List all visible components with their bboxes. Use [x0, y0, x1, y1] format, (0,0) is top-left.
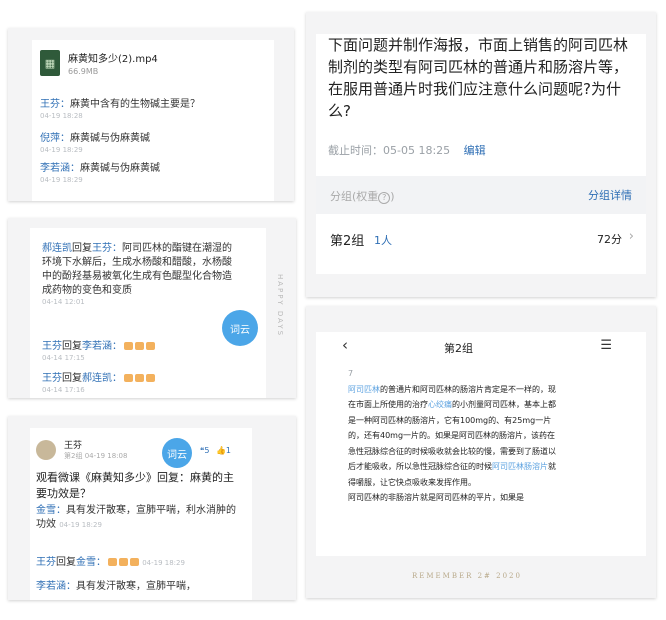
emoji-icon	[108, 558, 117, 566]
reply-target[interactable]: 王芬：	[92, 243, 122, 254]
reply-word: 回复	[72, 243, 92, 254]
emoji-icon	[124, 374, 133, 382]
group-detail-link[interactable]: 分组详情	[588, 187, 632, 203]
comment-count: 5	[204, 446, 210, 455]
sender-name[interactable]: 倪萍：	[40, 133, 70, 144]
reply-target[interactable]: 李若涵：	[82, 341, 122, 352]
nav-bar: ‹ 第2组 ☰	[316, 332, 646, 362]
reply-word: 回复	[56, 557, 76, 568]
reply-author[interactable]: 王芬	[42, 341, 62, 352]
term-link[interactable]: 阿司匹林	[348, 385, 380, 394]
user-name[interactable]: 王芬	[64, 438, 127, 451]
like-icon[interactable]: 👍	[216, 446, 226, 455]
reply-word: 回复	[62, 341, 82, 352]
reply-row: 王芬回复李若涵： 04-14 17:15	[42, 340, 155, 362]
word-cloud-button[interactable]: 词云	[222, 310, 258, 346]
file-name: 麻黄知多少(2).mp4	[68, 54, 158, 65]
chat-card-2: 郝连凯回复王芬：阿司匹林的酯键在潮湿的环境下水解后，生成水杨酸和醋酸，水杨酸中的…	[8, 218, 296, 398]
reply-target[interactable]: 郝连凯：	[82, 373, 122, 384]
comment-row: 李若涵：具有发汗散寒，宣肺平喘，	[36, 580, 196, 594]
file-size: 66.9MB	[68, 67, 99, 76]
assignment-card: 下面问题并制作海报，市面上销售的阿司匹林制剂的类型有阿司匹林的普通片和肠溶片等，…	[306, 12, 656, 297]
comment-row: 王芬回复金雪： 04-19 18:29	[36, 556, 185, 570]
emoji-icon	[135, 342, 144, 350]
reply-date: 04-14 12:01	[42, 298, 85, 306]
sender-name[interactable]: 李若涵：	[40, 163, 80, 174]
message-date: 04-19 18:29	[40, 146, 83, 154]
chat-card-1: ▦ 麻黄知多少(2).mp4 66.9MB 王芬：麻黄中含有的生物碱主要是？ 0…	[8, 28, 294, 201]
stats: ❝5 👍1	[200, 446, 231, 455]
deadline-row: 截止时间：05-05 18:25 编辑	[328, 142, 486, 158]
message-date: 04-19 18:28	[40, 112, 83, 120]
comment-author[interactable]: 王芬	[36, 557, 56, 568]
group-count: 1人	[374, 234, 392, 247]
chat-message: 李若涵：麻黄碱与伪麻黄碱 04-19 18:29	[40, 162, 160, 184]
comment-target[interactable]: 金雪：	[76, 557, 106, 568]
comment-author[interactable]: 金雪：	[36, 505, 66, 516]
group-weight-label: 分组(权重?)	[330, 190, 395, 204]
edit-link[interactable]: 编辑	[464, 144, 486, 157]
group-weight-bar: 分组(权重?) 分组详情	[316, 176, 646, 214]
group-score: 72分	[597, 233, 622, 246]
nav-title: 第2组	[444, 342, 473, 355]
reply-thread: 郝连凯回复王芬：阿司匹林的酯键在潮湿的环境下水解后，生成水杨酸和醋酸，水杨酸中的…	[42, 242, 238, 306]
emoji-icon	[146, 374, 155, 382]
group-name: 第2组	[330, 234, 365, 249]
emoji-icon	[130, 558, 139, 566]
question-text: 下面问题并制作海报，市面上销售的阿司匹林制剂的类型有阿司匹林的普通片和肠溶片等，…	[328, 36, 629, 120]
message-date: 04-19 18:29	[40, 176, 83, 184]
chat-message: 王芬：麻黄中含有的生物碱主要是？ 04-19 18:28	[40, 98, 200, 120]
deadline-value: 05-05 18:25	[383, 144, 451, 157]
message-text: 麻黄中含有的生物碱主要是？	[70, 99, 200, 110]
answer-paragraph: 阿司匹林的普通片和阿司匹林的肠溶片肯定是不一样的，现在市面上所使用的治疗心绞痛的…	[348, 384, 556, 487]
video-file-item[interactable]: ▦ 麻黄知多少(2).mp4 66.9MB	[40, 50, 158, 76]
help-circle-icon[interactable]: ?	[378, 192, 391, 204]
user-group: 第2组	[64, 452, 83, 460]
sender-name[interactable]: 王芬：	[40, 99, 70, 110]
post-text: 观看微课《麻黄知多少》回复：麻黄的主要功效是？	[36, 471, 234, 500]
like-count: 1	[225, 446, 232, 455]
answer-index: 7	[348, 369, 354, 378]
answer-body: 7 阿司匹林的普通片和阿司匹林的肠溶片肯定是不一样的，现在市面上所使用的治疗心绞…	[348, 366, 560, 506]
message-text: 麻黄碱与伪麻黄碱	[70, 133, 150, 144]
video-thumbnail: ▦	[40, 50, 60, 76]
emoji-icon	[146, 342, 155, 350]
group-answer-card: ‹ 第2组 ☰ 7 阿司匹林的普通片和阿司匹林的肠溶片肯定是不一样的，现在市面上…	[306, 306, 656, 598]
comment-text: 具有发汗散寒，宣肺平喘，	[76, 581, 196, 592]
term-link[interactable]: 阿司匹林肠溶片	[492, 462, 548, 471]
reply-date: 04-14 17:16	[42, 386, 85, 394]
post-date: 04-19 18:08	[84, 452, 128, 460]
side-stamp: HAPPY DAYS	[276, 274, 284, 338]
chevron-right-icon: ›	[628, 229, 634, 244]
answer-paragraph: 阿司匹林的非肠溶片就是阿司匹林的平片，如果是	[348, 493, 524, 502]
reply-word: 回复	[62, 373, 82, 384]
menu-icon[interactable]: ☰	[600, 338, 612, 353]
comment-author[interactable]: 李若涵：	[36, 581, 76, 592]
avatar[interactable]	[36, 439, 56, 460]
comment-date: 04-19 18:29	[142, 559, 185, 567]
comment-row: 金雪：具有发汗散寒，宣肺平喘，利水消肿的功效 04-19 18:29	[36, 504, 244, 532]
group-row[interactable]: 第2组 1人 72分 ›	[316, 218, 646, 258]
emoji-icon	[135, 374, 144, 382]
deadline-label: 截止时间：	[328, 144, 383, 157]
message-text: 麻黄碱与伪麻黄碱	[80, 163, 160, 174]
word-cloud-button[interactable]: 词云	[162, 438, 192, 468]
reply-author[interactable]: 王芬	[42, 373, 62, 384]
user-header: 王芬 第2组 04-19 18:08	[36, 438, 127, 461]
term-link[interactable]: 心绞痛	[428, 400, 452, 409]
chat-card-3: 王芬 第2组 04-19 18:08 词云 ❝5 👍1 观看微课《麻黄知多少》回…	[8, 416, 296, 600]
emoji-icon	[124, 342, 133, 350]
reply-date: 04-14 17:15	[42, 354, 85, 362]
reply-author[interactable]: 郝连凯	[42, 243, 72, 254]
emoji-icon	[119, 558, 128, 566]
back-icon[interactable]: ‹	[342, 336, 348, 354]
reply-row: 王芬回复郝连凯： 04-14 17:16	[42, 372, 155, 394]
footer-stamp: REMEMBER 2# 2020	[412, 572, 522, 580]
chat-message: 倪萍：麻黄碱与伪麻黄碱 04-19 18:29	[40, 132, 150, 154]
comment-date: 04-19 18:29	[59, 521, 102, 529]
